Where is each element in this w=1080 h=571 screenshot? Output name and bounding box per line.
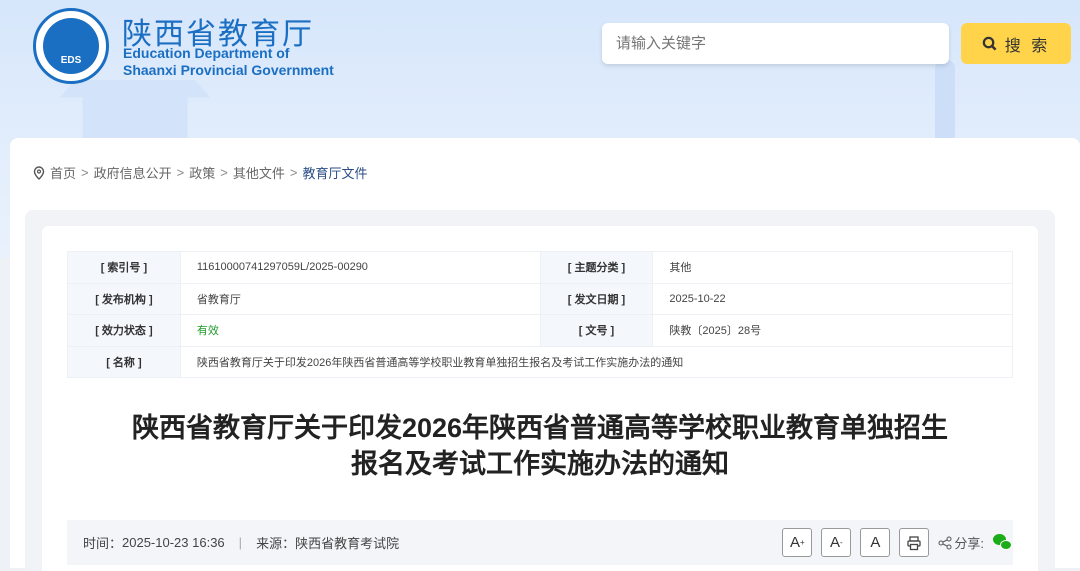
breadcrumb-home[interactable]: 首页 (50, 163, 76, 182)
date-value: 2025-10-22 (652, 282, 1013, 315)
location-icon (33, 165, 45, 180)
site-title-en: Education Department of Shaanxi Provincia… (123, 45, 334, 79)
breadcrumb-gov-info[interactable]: 政府信息公开 (94, 163, 172, 182)
search-input[interactable] (602, 23, 949, 64)
topic-label: [ 主题分类 ] (539, 251, 654, 284)
time-label: 时间： (83, 536, 123, 551)
status-value: 有效 (179, 314, 541, 347)
search-button[interactable]: 搜 索 (961, 23, 1071, 64)
font-smaller-button[interactable]: A- (821, 528, 852, 557)
document-info-table: [ 索引号 ] 11610000741297059L/2025-00290[ 主题… (67, 251, 1014, 378)
docno-label: [ 文号 ] (539, 314, 654, 347)
title-en-line1: Education Department of (123, 45, 290, 61)
table-row: [ 名称 ] 陕西省教育厅关于印发2026年陕西省普通高等学校职业教育单独招生报名… (67, 345, 1014, 378)
article-tools: A + A- A 分享: (782, 528, 1013, 557)
table-row: [ 效力状态 ] 有效[ 文号 ] 陕教〔2025〕28号 (67, 314, 1013, 347)
source-label: 来源： (256, 536, 296, 551)
name-label: [ 名称 ] (67, 345, 181, 378)
share-section: 分享: (938, 533, 984, 552)
plus-icon: + (800, 538, 805, 547)
department-logo[interactable]: EDS (33, 8, 109, 84)
article-meta-bar: 时间： 2025-10-23 16:36 | 来源： 陕西省教育考试院 A + A… (67, 520, 1013, 565)
topic-value: 其他 (652, 251, 1013, 284)
font-default-button[interactable]: A (860, 528, 891, 557)
org-value: 省教育厅 (179, 282, 541, 315)
breadcrumb-other-files[interactable]: 其他文件 (233, 163, 285, 182)
source-value: 陕西省教育考试院 (295, 536, 400, 551)
minus-icon: - (840, 538, 843, 547)
share-label: 分享: (954, 536, 984, 551)
search-button-label: 搜 索 (1004, 37, 1051, 55)
breadcrumb-separator: > (176, 165, 185, 180)
pagoda-illustration (935, 60, 955, 140)
font-default-label: A (870, 534, 881, 551)
font-larger-label: A (790, 534, 801, 551)
status-label: [ 效力状态 ] (67, 314, 181, 347)
table-row: [ 索引号 ] 11610000741297059L/2025-00290[ 主题… (67, 251, 1013, 284)
title-en-line2: Shaanxi Provincial Government (123, 62, 334, 78)
publish-time: 2025-10-23 16:36 (122, 535, 225, 550)
breadcrumb-separator: > (289, 165, 298, 180)
name-value: 陕西省教育厅关于印发2026年陕西省普通高等学校职业教育单独招生报名及考试工作实… (179, 345, 1014, 378)
breadcrumb-separator: > (220, 165, 228, 180)
font-larger-button[interactable]: A + (782, 528, 813, 557)
breadcrumb-policy[interactable]: 政策 (189, 163, 215, 182)
print-button[interactable] (899, 528, 930, 557)
font-smaller-label: A (830, 534, 841, 551)
title-line1: 陕西省教育厅关于印发2026年陕西省普通高等学校职业教育单独招生 (131, 413, 949, 443)
table-row: [ 发布机构 ] 省教育厅[ 发文日期 ] 2025-10-22 (67, 282, 1013, 315)
org-label: [ 发布机构 ] (67, 282, 181, 315)
breadcrumb-current[interactable]: 教育厅文件 (302, 163, 367, 182)
article-title: 陕西省教育厅关于印发2026年陕西省普通高等学校职业教育单独招生 报名及考试工作实… (67, 410, 1013, 482)
docno-value: 陕教〔2025〕28号 (652, 314, 1013, 347)
breadcrumb-separator: > (81, 165, 89, 180)
wechat-share-icon[interactable] (993, 533, 1013, 552)
print-icon (907, 535, 922, 550)
search-icon (982, 36, 997, 51)
breadcrumb: 首页 > 政府信息公开 > 政策 > 其他文件 > 教育厅文件 (33, 163, 367, 182)
logo-emblem: EDS (43, 18, 99, 74)
date-label: [ 发文日期 ] (539, 282, 654, 315)
index-value: 11610000741297059L/2025-00290 (179, 251, 541, 284)
meta-separator: | (238, 535, 243, 550)
index-label: [ 索引号 ] (67, 251, 181, 284)
temple-illustration (60, 80, 210, 138)
title-line2: 报名及考试工作实施办法的通知 (351, 449, 729, 479)
share-icon (938, 536, 952, 549)
